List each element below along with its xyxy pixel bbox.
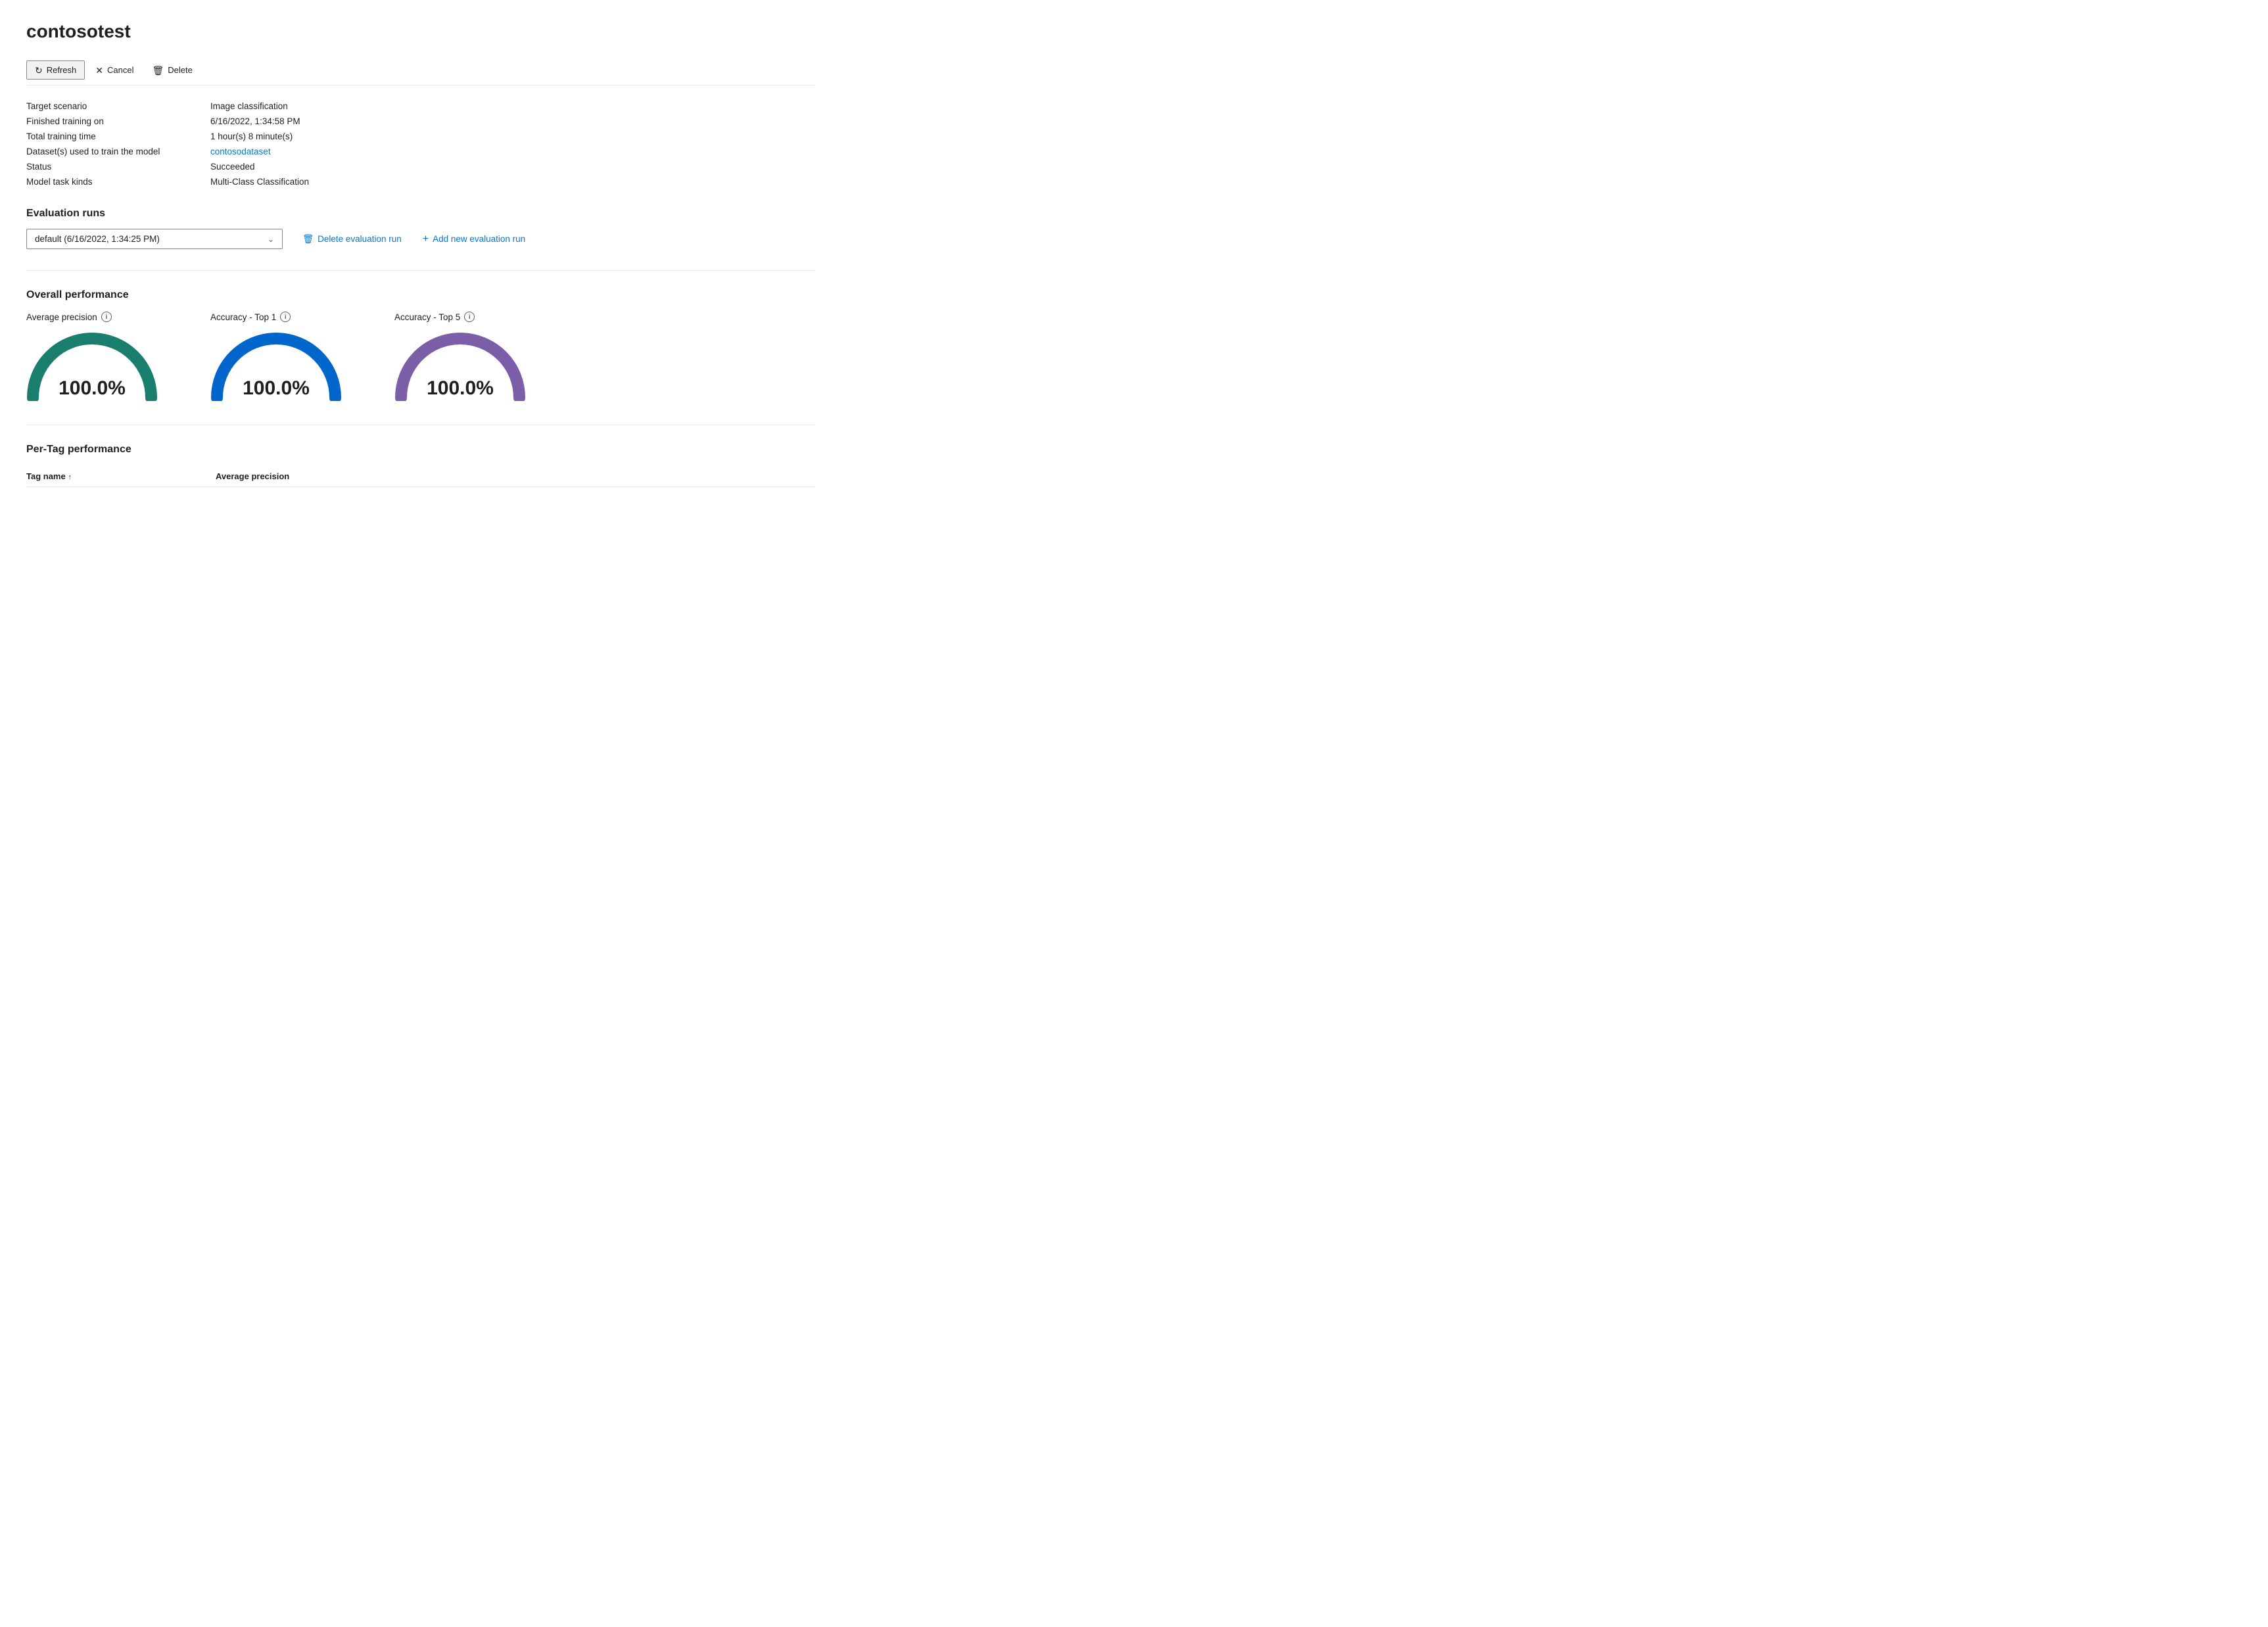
sort-asc-icon[interactable]: ↑ xyxy=(68,473,72,481)
gauge-value: 100.0% xyxy=(26,377,158,400)
gauge-metric-label: Accuracy - Top 1 xyxy=(210,312,276,322)
per-tag-section: Per-Tag performance Tag name ↑ Average p… xyxy=(26,444,815,487)
info-value: Image classification xyxy=(210,101,815,111)
info-icon[interactable]: i xyxy=(464,312,475,322)
per-tag-header: Tag name ↑ Average precision xyxy=(26,465,815,487)
toolbar: ↻ Refresh ✕ Cancel 🗑 Delete xyxy=(26,55,815,85)
gauge-value: 100.0% xyxy=(394,377,526,400)
tag-name-col-header: Tag name ↑ xyxy=(26,471,210,481)
gauge-container: Average precision i 100.0% xyxy=(26,312,158,401)
info-value: Succeeded xyxy=(210,162,815,172)
gauge-container: Accuracy - Top 5 i 100.0% xyxy=(394,312,526,401)
gauges-row: Average precision i100.0%Accuracy - Top … xyxy=(26,312,815,401)
cancel-icon: ✕ xyxy=(95,66,103,75)
info-label: Status xyxy=(26,162,210,172)
delete-button[interactable]: 🗑 Delete xyxy=(144,61,200,79)
delete-eval-run-button[interactable]: 🗑 Delete evaluation run xyxy=(298,231,406,247)
per-tag-title: Per-Tag performance xyxy=(26,444,815,456)
gauge-chart: 100.0% xyxy=(210,329,342,401)
avg-precision-col-header: Average precision xyxy=(216,471,289,481)
delete-icon: 🗑 xyxy=(152,66,164,75)
cancel-button[interactable]: ✕ Cancel xyxy=(87,61,141,79)
add-eval-icon: + xyxy=(423,233,429,245)
cancel-label: Cancel xyxy=(107,65,133,75)
info-label: Finished training on xyxy=(26,116,210,126)
eval-dropdown-value: default (6/16/2022, 1:34:25 PM) xyxy=(35,234,160,244)
gauge-metric-label: Average precision xyxy=(26,312,97,322)
info-value[interactable]: contosodataset xyxy=(210,147,815,156)
info-icon[interactable]: i xyxy=(280,312,291,322)
add-eval-run-button[interactable]: + Add new evaluation run xyxy=(419,231,529,248)
refresh-button[interactable]: ↻ Refresh xyxy=(26,60,85,80)
info-value: 1 hour(s) 8 minute(s) xyxy=(210,131,815,141)
gauge-label: Average precision i xyxy=(26,312,112,322)
gauge-chart: 100.0% xyxy=(394,329,526,401)
info-label: Dataset(s) used to train the model xyxy=(26,147,210,156)
overall-performance-section: Overall performance Average precision i 1… xyxy=(26,289,815,401)
delete-eval-label: Delete evaluation run xyxy=(318,234,402,244)
gauge-label: Accuracy - Top 5 i xyxy=(394,312,475,322)
tag-name-label: Tag name xyxy=(26,471,66,481)
gauge-container: Accuracy - Top 1 i 100.0% xyxy=(210,312,342,401)
info-label: Total training time xyxy=(26,131,210,141)
chevron-down-icon: ⌄ xyxy=(268,235,274,244)
evaluation-runs-title: Evaluation runs xyxy=(26,208,815,220)
avg-precision-label: Average precision xyxy=(216,471,289,481)
refresh-icon: ↻ xyxy=(35,66,43,75)
gauge-metric-label: Accuracy - Top 5 xyxy=(394,312,460,322)
delete-eval-icon: 🗑 xyxy=(302,234,314,245)
add-eval-label: Add new evaluation run xyxy=(433,234,525,244)
info-label: Target scenario xyxy=(26,101,210,111)
section-divider xyxy=(26,270,815,271)
refresh-label: Refresh xyxy=(47,65,77,75)
info-value: Multi-Class Classification xyxy=(210,177,815,187)
delete-label: Delete xyxy=(168,65,193,75)
overall-performance-title: Overall performance xyxy=(26,289,815,301)
eval-runs-row: default (6/16/2022, 1:34:25 PM) ⌄ 🗑 Dele… xyxy=(26,229,815,249)
gauge-chart: 100.0% xyxy=(26,329,158,401)
eval-actions: 🗑 Delete evaluation run + Add new evalua… xyxy=(298,231,529,248)
page-title: contosotest xyxy=(26,21,815,42)
info-value: 6/16/2022, 1:34:58 PM xyxy=(210,116,815,126)
eval-runs-dropdown[interactable]: default (6/16/2022, 1:34:25 PM) ⌄ xyxy=(26,229,283,249)
info-label: Model task kinds xyxy=(26,177,210,187)
gauge-label: Accuracy - Top 1 i xyxy=(210,312,291,322)
info-grid: Target scenarioImage classificationFinis… xyxy=(26,101,815,187)
gauge-value: 100.0% xyxy=(210,377,342,400)
info-icon[interactable]: i xyxy=(101,312,112,322)
